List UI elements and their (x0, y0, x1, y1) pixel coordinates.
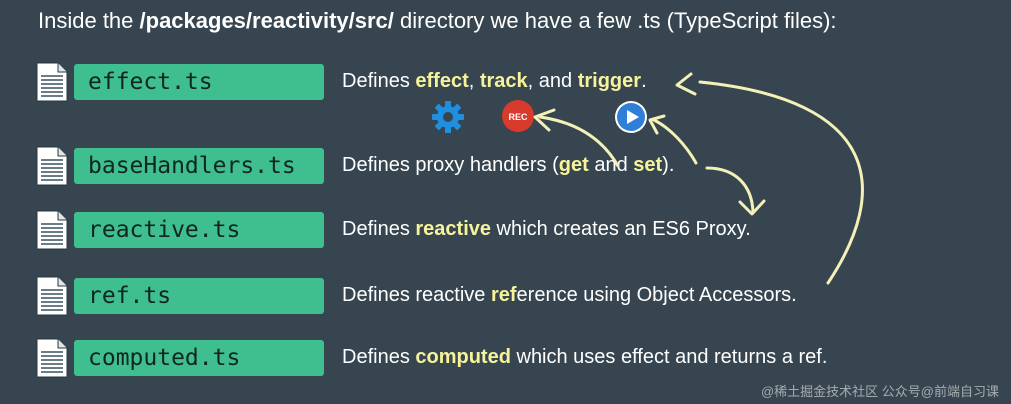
arrow-set-to-reactive (705, 166, 755, 214)
arrowhead-trigger (675, 72, 697, 96)
arrows-overlay (533, 72, 864, 285)
arrow-get-to-rec (538, 115, 620, 168)
arrow-set-to-play (652, 118, 698, 165)
arrow-set-to-trigger (698, 80, 864, 285)
watermark: @稀土掘金技术社区 公众号@前端自习课 (760, 384, 999, 399)
